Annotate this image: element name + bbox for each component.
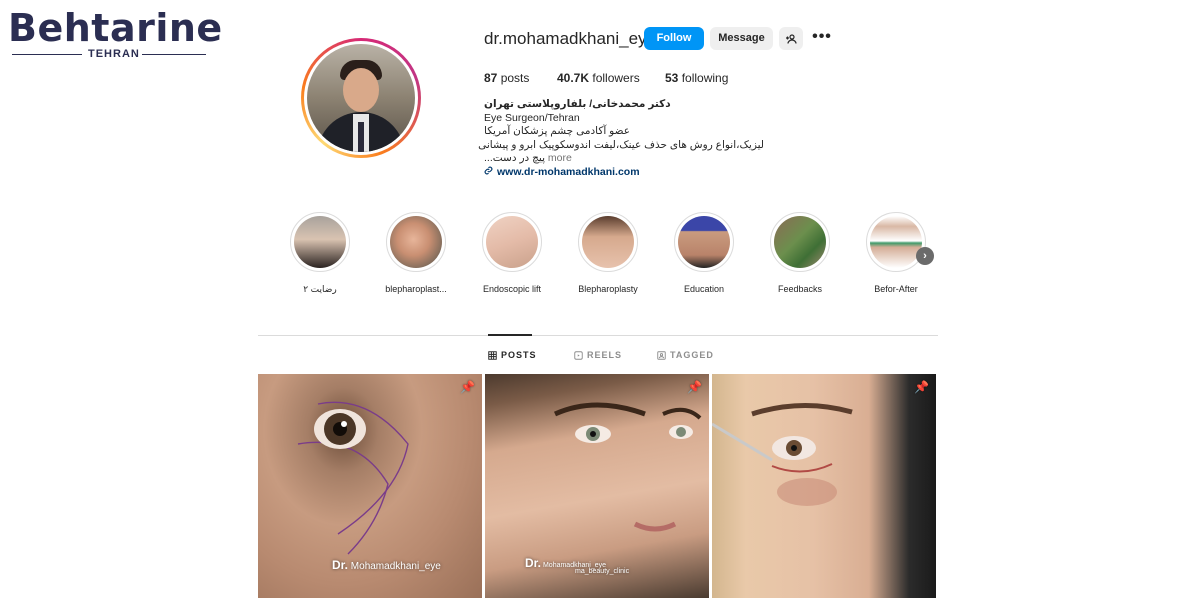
logo-wordmark: Behtarine: [8, 6, 223, 50]
bio-line-4: پیچ در دست...: [484, 152, 545, 164]
pinned-icon: 📌: [914, 380, 929, 394]
suggested-users-button[interactable]: [779, 27, 803, 50]
active-tab-indicator: [488, 334, 532, 336]
story-highlights: رضایت ۲ blepharoplast... Endoscopic lift…: [270, 212, 940, 302]
more-options-button[interactable]: •••: [810, 27, 834, 50]
stat-following[interactable]: 53 following: [665, 70, 728, 86]
behtarine-logo: Behtarine TEHRAN: [8, 8, 222, 60]
logo-line-right: [142, 54, 206, 55]
logo-subtitle: TEHRAN: [88, 48, 140, 60]
tab-tagged[interactable]: TAGGED: [657, 350, 714, 360]
highlight-item[interactable]: رضایت ۲: [270, 212, 370, 295]
pinned-icon: 📌: [460, 380, 475, 394]
post-watermark-secondary: ma_beauty_clinic: [575, 568, 630, 575]
post-tile[interactable]: 📌 Dr. Mohamadkhani_eye ma_beauty_clinic: [485, 374, 709, 598]
highlight-item[interactable]: Feedbacks: [750, 212, 850, 294]
grid-icon: [488, 350, 497, 360]
stat-followers[interactable]: 40.7K followers: [557, 70, 640, 86]
bio-line-2: عضو آکادمی چشم پزشکان آمریکا: [484, 125, 630, 137]
highlight-item[interactable]: Endoscopic lift: [462, 212, 562, 294]
link-icon: [484, 166, 493, 180]
profile-username: dr.mohamadkhani_eye: [484, 29, 657, 48]
tab-reels[interactable]: REELS: [574, 350, 622, 360]
profile-bio: دکتر محمدخانی/ بلفاروپلاستی تهران Eye Su…: [478, 98, 764, 180]
post-tile[interactable]: 📌: [712, 374, 936, 598]
post-tile[interactable]: 📌 Dr. Mohamadkhani_eye: [258, 374, 482, 598]
post-procedure-illustration: [712, 402, 853, 506]
follow-button[interactable]: Follow: [644, 27, 704, 50]
tabs-divider: [258, 335, 938, 336]
avatar-photo: [307, 44, 415, 152]
bio-line-1: Eye Surgeon/Tehran: [484, 111, 580, 124]
add-user-icon: [786, 34, 797, 44]
bio-website-link[interactable]: www.dr-mohamadkhani.com: [484, 166, 764, 180]
tagged-icon: [657, 350, 666, 360]
post-watermark: Dr. Mohamadkhani_eye: [332, 558, 441, 572]
profile-avatar[interactable]: [301, 38, 421, 158]
pinned-icon: 📌: [687, 380, 702, 394]
bio-more-link[interactable]: more: [548, 152, 572, 164]
message-button[interactable]: Message: [710, 27, 773, 50]
bio-name: دکتر محمدخانی/ بلفاروپلاستی تهران: [484, 98, 671, 110]
highlight-item[interactable]: Education: [654, 212, 754, 294]
highlights-next-button[interactable]: ›: [916, 247, 934, 265]
highlight-item[interactable]: Blepharoplasty: [558, 212, 658, 294]
bio-line-3: لیزیک،انواع روش های حذف عینک،لیفت اندوسک…: [478, 138, 764, 151]
stat-posts[interactable]: 87 posts: [484, 70, 529, 86]
more-icon: •••: [812, 28, 832, 45]
tab-posts[interactable]: POSTS: [488, 350, 537, 360]
logo-line-left: [12, 54, 82, 55]
chevron-right-icon: ›: [923, 250, 927, 262]
highlight-item[interactable]: blepharoplast...: [366, 212, 466, 294]
reels-icon: [574, 350, 583, 360]
